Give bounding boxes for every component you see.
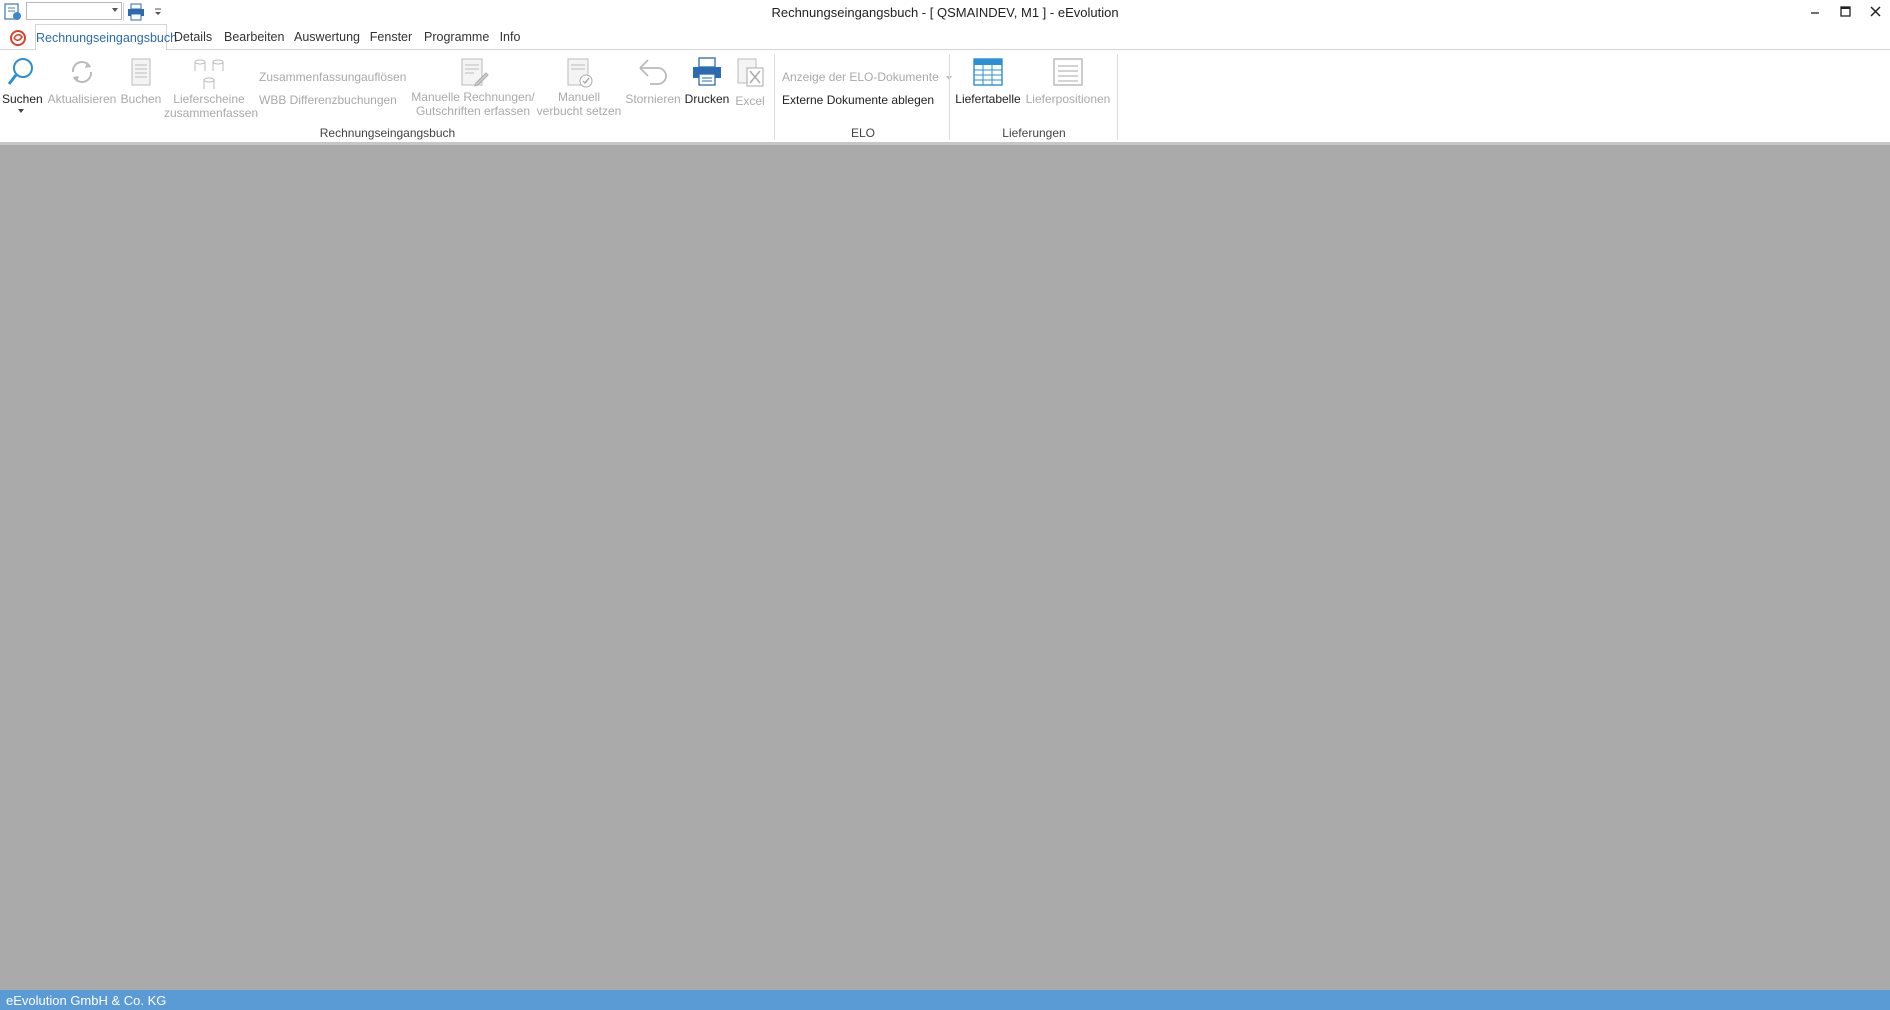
manuelle-rechnungen-button[interactable]: Manuelle Rechnungen/ Gutschriften erfass…	[408, 56, 538, 118]
tab-bearbeiten[interactable]: Bearbeiten	[224, 24, 284, 50]
tab-programme[interactable]: Programme	[424, 24, 489, 50]
maximize-button[interactable]	[1832, 0, 1860, 24]
group-label-rechnungseingangsbuch: Rechnungseingangsbuch	[319, 126, 456, 140]
aktualisieren-button[interactable]: Aktualisieren	[46, 56, 118, 106]
anzeige-elo-label: Anzeige der ELO-Dokumente	[782, 70, 939, 84]
excel-button[interactable]: Excel	[732, 56, 768, 108]
zusammenfassung-button[interactable]: Zusammenfassung	[259, 70, 361, 84]
manuelle-label-line2: Gutschriften erfassen	[415, 104, 531, 118]
aufloesen-button[interactable]: auflösen	[361, 70, 406, 84]
search-icon	[7, 58, 33, 85]
liefertabelle-button[interactable]: Liefertabelle	[954, 56, 1022, 106]
externe-dokumente-ablegen-button[interactable]: Externe Dokumente ablegen	[782, 93, 934, 107]
manuell-verbucht-setzen-button[interactable]: Manuell verbucht setzen	[534, 56, 624, 118]
stornieren-label: Stornieren	[625, 92, 681, 106]
drucken-label: Drucken	[684, 92, 730, 106]
divider	[949, 54, 950, 140]
document-icon	[131, 58, 151, 86]
buchen-label: Buchen	[120, 92, 162, 106]
status-bar: eEvolution GmbH & Co. KG	[0, 990, 1890, 1010]
app-menu-icon[interactable]	[8, 28, 28, 48]
lieferscheine-zusammenfassen-button[interactable]: Lieferscheine zusammenfassen	[164, 56, 259, 120]
lieferscheine-label-line1: Lieferscheine	[173, 92, 245, 106]
tab-rechnungseingangsbuch[interactable]: Rechnungseingangsbuch	[35, 24, 177, 51]
ribbon-tab-bar: Rechnungseingangsbuch Details Bearbeiten…	[0, 24, 1890, 51]
liefertabelle-label: Liefertabelle	[955, 92, 1021, 106]
printer-icon	[693, 57, 721, 86]
refresh-icon	[71, 61, 93, 83]
edit-document-icon	[461, 58, 489, 87]
anzeige-elo-dokumente-dropdown[interactable]: Anzeige der ELO-Dokumente	[782, 70, 953, 84]
undo-icon	[639, 59, 667, 85]
table-icon	[973, 58, 1003, 86]
tab-details[interactable]: Details	[170, 24, 216, 50]
excel-label: Excel	[735, 94, 765, 108]
title-bar: Rechnungseingangsbuch - [ QSMAINDEV, M1 …	[0, 0, 1890, 24]
manuell-label-line2: verbucht setzen	[536, 104, 622, 118]
mdi-workspace[interactable]	[0, 145, 1890, 990]
divider	[1117, 54, 1118, 140]
wbb-differenzbuchungen-button[interactable]: WBB Differenzbuchungen	[259, 93, 397, 107]
group-label-lieferungen: Lieferungen	[1002, 126, 1066, 140]
aktualisieren-label: Aktualisieren	[47, 92, 117, 106]
excel-icon	[737, 58, 764, 87]
status-text: eEvolution GmbH & Co. KG	[6, 993, 167, 1008]
database-merge-icon	[194, 59, 224, 89]
suchen-label: Suchen	[2, 92, 43, 106]
lieferpositionen-label: Lieferpositionen	[1025, 92, 1111, 106]
manuelle-label-line1: Manuelle Rechnungen/	[411, 90, 535, 104]
suchen-button[interactable]: Suchen	[2, 56, 43, 114]
lieferscheine-label-line2: zusammenfassen	[164, 106, 259, 120]
minimize-button[interactable]	[1802, 0, 1830, 24]
buchen-button[interactable]: Buchen	[119, 56, 163, 106]
lieferpositionen-button[interactable]: Lieferpositionen	[1024, 56, 1112, 106]
chevron-down-icon	[18, 109, 24, 113]
tab-auswertung[interactable]: Auswertung	[294, 24, 360, 50]
drucken-button[interactable]: Drucken	[682, 56, 732, 106]
close-button[interactable]	[1862, 0, 1890, 24]
window-title: Rechnungseingangsbuch - [ QSMAINDEV, M1 …	[771, 5, 1119, 20]
manuell-label-line1: Manuell	[557, 90, 601, 104]
tab-info[interactable]: Info	[496, 24, 524, 50]
tab-fenster[interactable]: Fenster	[369, 24, 413, 50]
list-icon	[1053, 58, 1083, 86]
document-check-icon	[567, 58, 593, 88]
group-label-elo: ELO	[850, 126, 875, 140]
stornieren-button[interactable]: Stornieren	[622, 56, 684, 106]
divider	[774, 54, 775, 140]
